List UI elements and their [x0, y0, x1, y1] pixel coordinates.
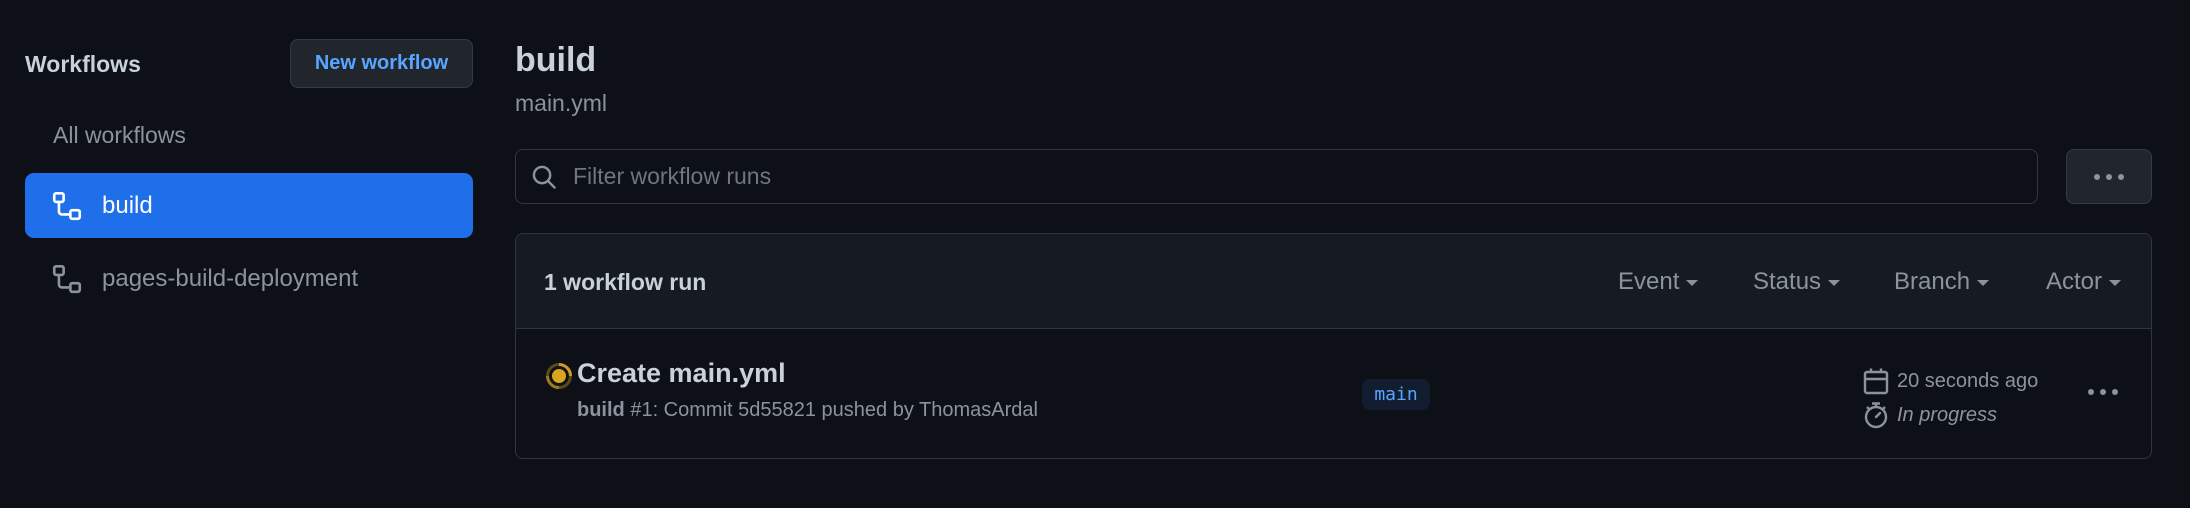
filter-label: Event	[1618, 268, 1680, 295]
runs-list-header: 1 workflow run Event Status Branch Actor	[516, 234, 2151, 329]
run-title-link[interactable]: Create main.yml	[577, 357, 786, 389]
search-icon	[531, 164, 557, 190]
caret-down-icon	[1977, 280, 1990, 286]
sidebar-item-label: pages-build-deployment	[102, 264, 359, 292]
caret-down-icon	[2109, 280, 2122, 286]
sidebar-item-pages-build-deployment[interactable]: pages-build-deployment	[25, 246, 473, 311]
caret-down-icon	[1686, 280, 1699, 286]
run-count: 1 workflow run	[544, 269, 707, 295]
stopwatch-icon	[1863, 401, 1889, 429]
kebab-horizontal-icon	[2094, 173, 2124, 180]
calendar-icon	[1863, 367, 1889, 395]
in-progress-status-icon	[545, 362, 573, 390]
filter-label: Status	[1753, 268, 1822, 295]
run-duration-text: In progress	[1897, 404, 1998, 426]
new-workflow-button[interactable]: New workflow	[290, 39, 473, 88]
branch-badge[interactable]: main	[1362, 379, 1430, 410]
sidebar-item-all-workflows[interactable]: All workflows	[53, 121, 186, 149]
filter-branch-dropdown[interactable]: Branch	[1894, 268, 1990, 296]
workflow-file-link[interactable]: main.yml	[515, 89, 607, 117]
workflow-runs-list: 1 workflow run Event Status Branch Actor	[515, 233, 2152, 459]
run-duration: In progress	[1863, 401, 1997, 429]
workflow-icon	[52, 264, 82, 294]
sidebar-title: Workflows	[25, 51, 141, 77]
workflow-run-row[interactable]: Create main.yml build #1: Commit 5d55821…	[516, 329, 2151, 458]
run-detail: #1: Commit 5d55821 pushed by ThomasArdal	[624, 399, 1038, 421]
kebab-horizontal-icon	[2088, 389, 2118, 395]
filter-runs-field[interactable]	[515, 149, 2038, 204]
run-timestamp: 20 seconds ago	[1863, 367, 2038, 395]
page-title: build	[515, 41, 597, 79]
run-description: build #1: Commit 5d55821 pushed by Thoma…	[577, 398, 1038, 422]
filter-actor-dropdown[interactable]: Actor	[2046, 268, 2122, 296]
filter-status-dropdown[interactable]: Status	[1753, 268, 1841, 296]
workflow-icon	[52, 191, 82, 221]
run-workflow-name: build	[577, 399, 625, 421]
sidebar-item-label: build	[102, 191, 153, 219]
filter-event-dropdown[interactable]: Event	[1618, 268, 1699, 296]
more-options-button[interactable]	[2066, 149, 2152, 204]
filter-label: Branch	[1894, 268, 1971, 295]
caret-down-icon	[1828, 280, 1841, 286]
filter-runs-input[interactable]	[573, 150, 2037, 203]
run-time: 20 seconds ago	[1897, 370, 2039, 392]
filter-label: Actor	[2046, 268, 2103, 295]
sidebar-item-build[interactable]: build	[25, 173, 473, 238]
run-options-button[interactable]	[2086, 377, 2120, 407]
